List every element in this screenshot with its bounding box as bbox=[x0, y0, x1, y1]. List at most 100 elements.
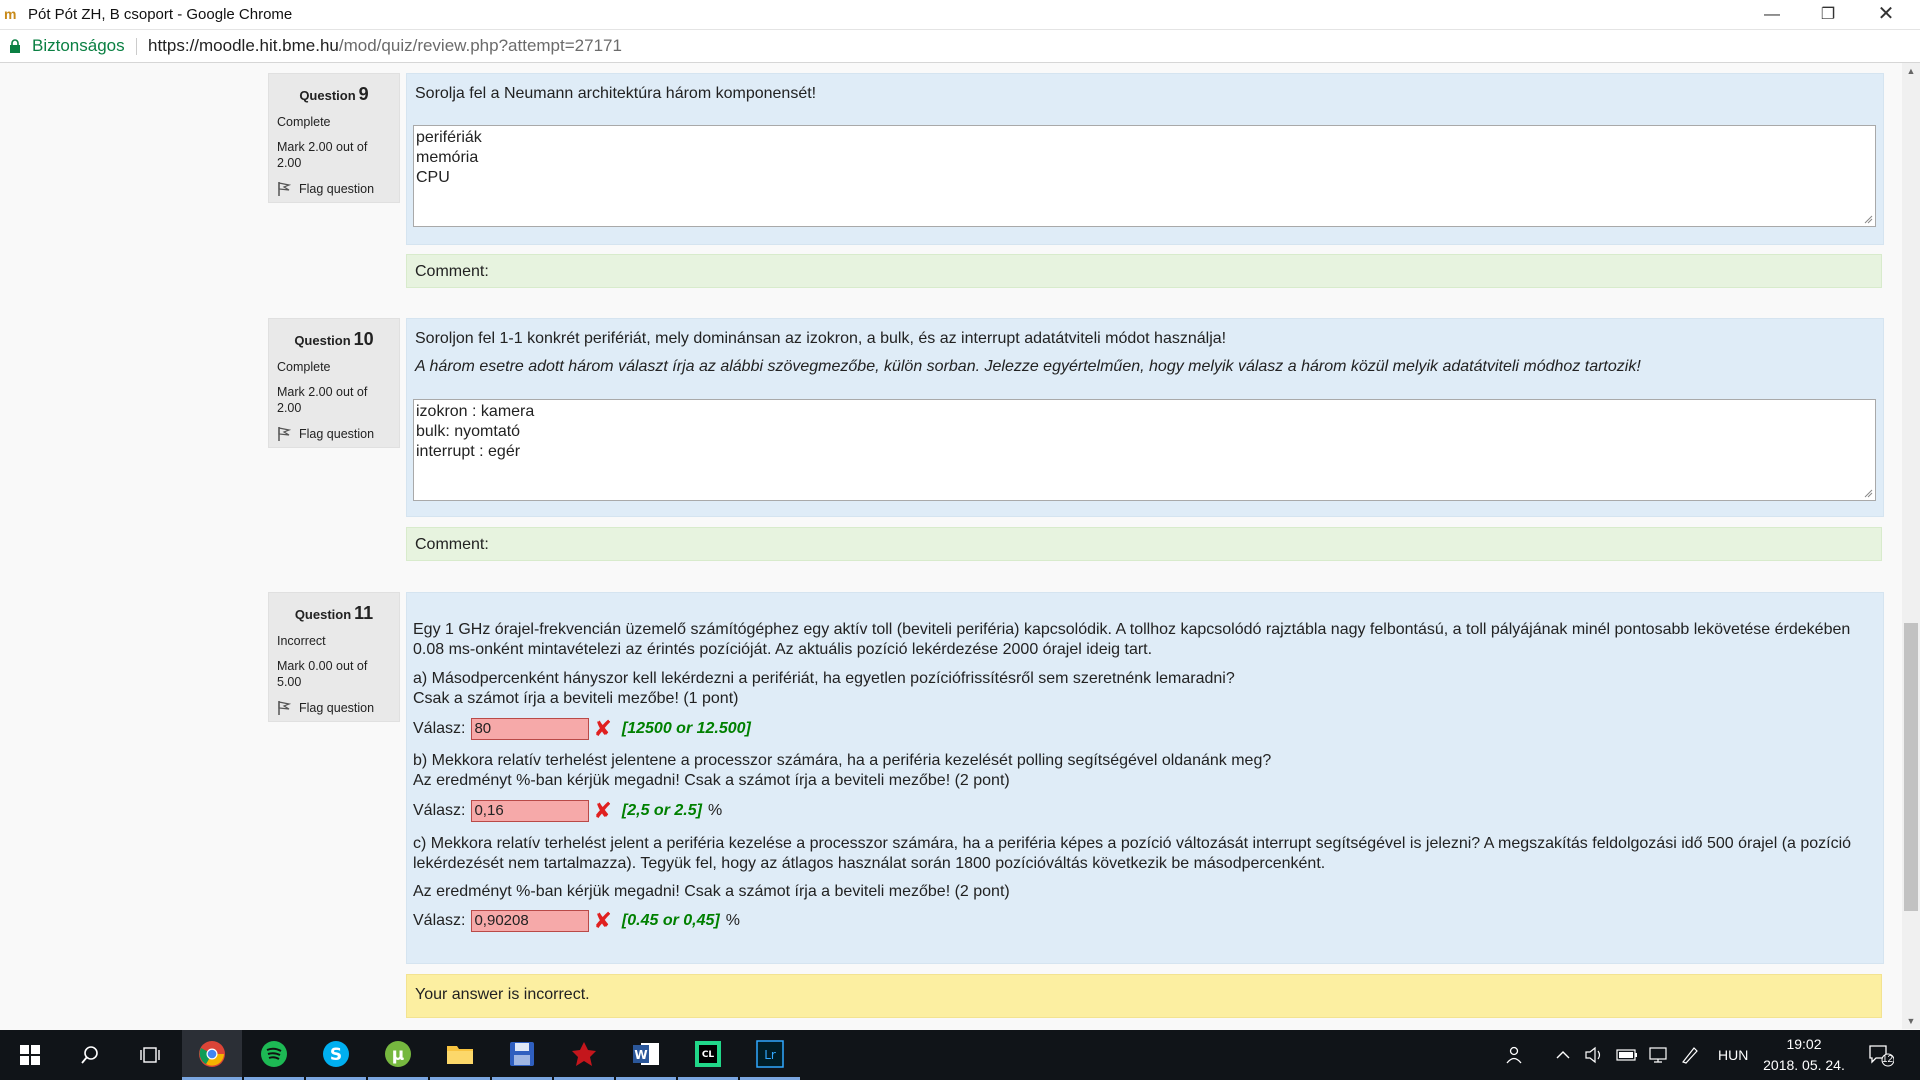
minimize-button[interactable]: — bbox=[1744, 0, 1800, 29]
comment-box-9: Comment: bbox=[406, 254, 1882, 288]
flag-question-label: Flag question bbox=[299, 701, 375, 715]
question-label: Question bbox=[294, 333, 351, 348]
question-number-value: 11 bbox=[354, 603, 374, 623]
battery-icon[interactable] bbox=[1616, 1030, 1638, 1080]
clion-icon[interactable]: CL bbox=[678, 1030, 738, 1080]
people-icon[interactable] bbox=[1506, 1030, 1526, 1080]
resize-handle-icon[interactable] bbox=[1863, 488, 1873, 498]
unit-label: % bbox=[725, 912, 740, 929]
answer-row-a: Válasz: 80 ✘ [12500 or 12.500] bbox=[413, 717, 751, 741]
question-info-9: Question 9 Complete Mark 2.00 out of 2.00… bbox=[268, 73, 400, 203]
question-number: Question 11 bbox=[269, 603, 399, 624]
question-instruction: A három esetre adott három választ írja … bbox=[415, 358, 1641, 375]
svg-text:Lr: Lr bbox=[764, 1048, 776, 1062]
notification-center-icon[interactable]: 12 bbox=[1868, 1030, 1894, 1080]
chrome-icon[interactable] bbox=[182, 1030, 242, 1080]
question-label: Question bbox=[294, 607, 352, 622]
secure-label[interactable]: Biztonságos bbox=[32, 36, 125, 56]
question-number: Question 9 bbox=[269, 84, 399, 105]
maximize-button[interactable]: ❐ bbox=[1800, 0, 1856, 29]
save-disk-icon[interactable] bbox=[492, 1030, 552, 1080]
answer-input-c[interactable]: 0,90208 bbox=[471, 910, 590, 932]
question-label: Question bbox=[299, 88, 356, 103]
question-state: Complete bbox=[277, 360, 331, 374]
flag-question-label: Flag question bbox=[299, 182, 375, 196]
volume-icon[interactable] bbox=[1584, 1030, 1604, 1080]
answer-input-a[interactable]: 80 bbox=[471, 718, 590, 740]
scroll-down-arrow-icon[interactable]: ▼ bbox=[1902, 1013, 1920, 1029]
close-button[interactable]: ✕ bbox=[1858, 0, 1914, 29]
answer-line: perifériák bbox=[416, 129, 482, 146]
url-path: /mod/quiz/review.php?attempt=27171 bbox=[338, 36, 622, 55]
skype-icon[interactable]: S bbox=[306, 1030, 366, 1080]
question-info-11: Question 11 Incorrect Mark 0.00 out of 5.… bbox=[268, 592, 400, 722]
unit-label: % bbox=[707, 802, 723, 819]
comment-box-10: Comment: bbox=[406, 527, 1882, 561]
answer-label: Válasz: bbox=[413, 802, 466, 819]
incorrect-icon: ✘ bbox=[593, 908, 612, 933]
question-grade: Mark 2.00 out of 2.00 bbox=[277, 140, 368, 170]
incorrect-icon: ✘ bbox=[593, 798, 612, 823]
file-explorer-icon[interactable] bbox=[430, 1030, 490, 1080]
flag-question-button[interactable]: Flag question bbox=[277, 700, 399, 716]
question-text: Sorolja fel a Neumann architektúra három… bbox=[415, 85, 817, 102]
vertical-scrollbar[interactable]: ▲ ▼ bbox=[1902, 63, 1920, 1029]
part-c-question: c) Mekkora relatív terhelést jelent a pe… bbox=[413, 835, 1852, 872]
network-icon[interactable] bbox=[1648, 1030, 1668, 1080]
scrollbar-thumb[interactable] bbox=[1904, 623, 1918, 911]
question-grade: Mark 2.00 out of 2.00 bbox=[277, 385, 368, 415]
question-info-10: Question 10 Complete Mark 2.00 out of 2.0… bbox=[268, 318, 400, 448]
clock-date: 2018. 05. 24. bbox=[1763, 1057, 1845, 1073]
question-number-value: 10 bbox=[353, 329, 374, 349]
part-c-instruction: Az eredményt %-ban kérjük megadni! Csak … bbox=[413, 883, 1010, 900]
question-number-value: 9 bbox=[358, 84, 369, 104]
moodle-favicon-icon: m bbox=[4, 6, 17, 22]
resize-handle-icon[interactable] bbox=[1863, 214, 1873, 224]
language-indicator[interactable]: HUN bbox=[1718, 1030, 1748, 1080]
start-icon[interactable] bbox=[0, 1030, 60, 1080]
flag-question-label: Flag question bbox=[299, 427, 375, 441]
part-a-question: a) Másodpercenként hányszor kell lekérde… bbox=[413, 670, 1235, 687]
svg-text:S: S bbox=[330, 1045, 342, 1065]
scroll-up-arrow-icon[interactable]: ▲ bbox=[1902, 63, 1920, 79]
correct-answer: [2,5 or 2.5] bbox=[621, 802, 702, 819]
question-state: Incorrect bbox=[277, 634, 326, 648]
word-icon[interactable]: W bbox=[616, 1030, 676, 1080]
task-view-icon[interactable] bbox=[120, 1030, 180, 1080]
answer-line: interrupt : egér bbox=[416, 443, 521, 460]
search-icon[interactable] bbox=[60, 1030, 120, 1080]
address-bar[interactable]: Biztonságos https://moodle.hit.bme.hu/mo… bbox=[0, 30, 1920, 63]
answer-label: Válasz: bbox=[413, 720, 466, 737]
lightroom-icon[interactable]: Lr bbox=[740, 1030, 800, 1080]
incorrect-icon: ✘ bbox=[593, 716, 612, 741]
chevron-up-icon[interactable] bbox=[1556, 1030, 1570, 1080]
question-number: Question 10 bbox=[269, 329, 399, 350]
answer-textarea-9[interactable]: perifériák memória CPU bbox=[413, 125, 1876, 227]
window-title-bar: m Pót Pót ZH, B csoport - Google Chrome … bbox=[0, 0, 1920, 30]
svg-text:CL: CL bbox=[702, 1050, 715, 1060]
svg-text:µ: µ bbox=[392, 1045, 405, 1065]
flag-icon bbox=[278, 427, 291, 441]
question-grade: Mark 0.00 out of 5.00 bbox=[277, 659, 368, 689]
part-a-instruction: Csak a számot írja a beviteli mezőbe! (1… bbox=[413, 690, 739, 707]
windows-taskbar: S µ W CL Lr HUN 19:02 2018. 05. 24. 12 bbox=[0, 1030, 1920, 1080]
game-icon[interactable] bbox=[554, 1030, 614, 1080]
window-title: Pót Pót ZH, B csoport - Google Chrome bbox=[28, 6, 293, 23]
question-text: Soroljon fel 1-1 konkrét perifériát, mel… bbox=[415, 330, 1227, 347]
flag-question-button[interactable]: Flag question bbox=[277, 426, 399, 442]
quiz-review-page: Question 9 Complete Mark 2.00 out of 2.00… bbox=[0, 63, 1900, 1029]
utorrent-icon[interactable]: µ bbox=[368, 1030, 428, 1080]
feedback-box: Your answer is incorrect. bbox=[406, 974, 1882, 1018]
question-intro: Egy 1 GHz órajel-frekvencián üzemelő szá… bbox=[413, 621, 1851, 658]
clock[interactable]: 19:02 2018. 05. 24. bbox=[1758, 1034, 1850, 1076]
address-separator bbox=[136, 38, 137, 55]
question-state: Complete bbox=[277, 115, 331, 129]
url-text[interactable]: https://moodle.hit.bme.hu/mod/quiz/revie… bbox=[148, 36, 622, 56]
answer-input-b[interactable]: 0,16 bbox=[471, 800, 590, 822]
pen-icon[interactable] bbox=[1680, 1030, 1700, 1080]
flag-question-button[interactable]: Flag question bbox=[277, 181, 399, 197]
answer-textarea-10[interactable]: izokron : kamera bulk: nyomtató interrup… bbox=[413, 399, 1876, 501]
clock-time: 19:02 bbox=[1786, 1036, 1822, 1052]
spotify-icon[interactable] bbox=[244, 1030, 304, 1080]
answer-row-b: Válasz: 0,16 ✘ [2,5 or 2.5] % bbox=[413, 799, 722, 823]
